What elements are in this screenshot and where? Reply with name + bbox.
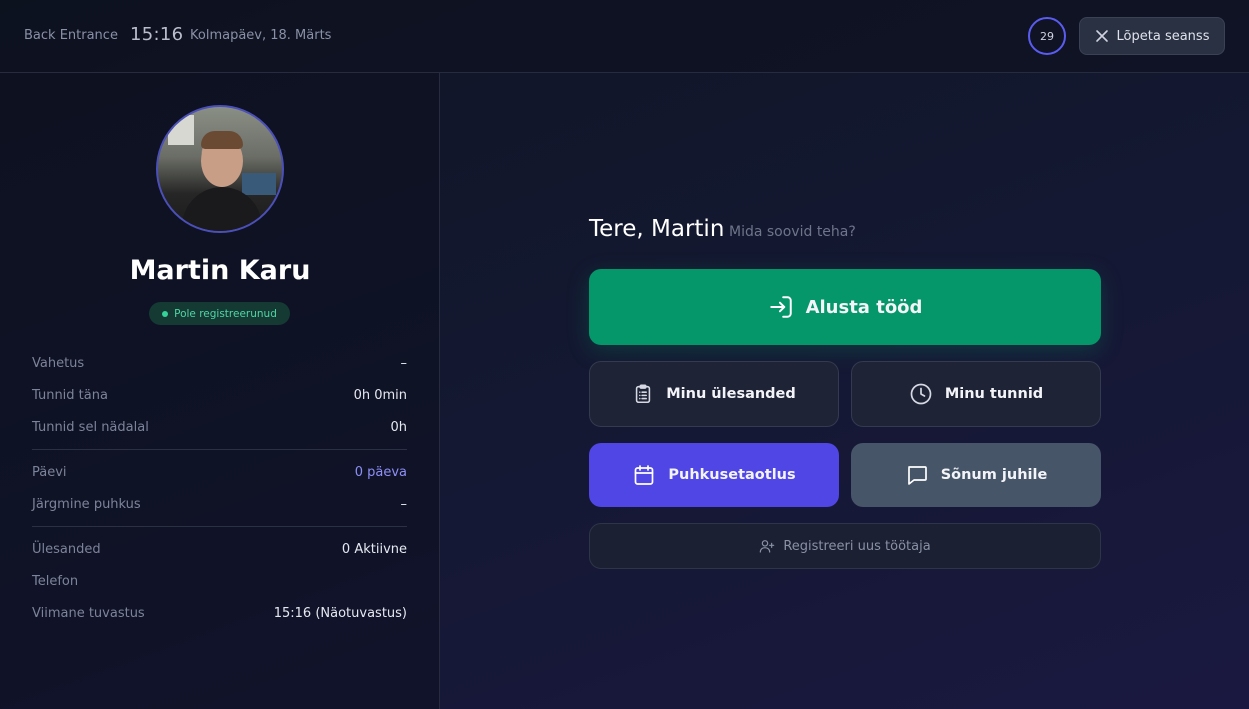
- my-tasks-label: Minu ülesanded: [666, 386, 796, 402]
- info-label: Järgmine puhkus: [32, 496, 141, 512]
- clipboard-icon: [636, 384, 651, 404]
- greeting-subtitle: Mida soovid teha?: [729, 224, 856, 240]
- session-timer: 29: [1028, 17, 1066, 55]
- info-value: –: [400, 496, 408, 512]
- close-icon: [1095, 30, 1108, 42]
- divider: [32, 526, 407, 527]
- info-label: Päevi: [32, 464, 67, 480]
- my-tasks-button[interactable]: Minu ülesanded: [589, 361, 839, 427]
- vacation-request-label: Puhkusetaotlus: [668, 467, 796, 483]
- info-label: Ülesanded: [32, 541, 101, 557]
- info-row-tasks: Ülesanded 0 Aktiivne: [32, 539, 407, 559]
- register-employee-label: Registreeri uus töötaja: [783, 538, 931, 554]
- employee-name: Martin Karu: [129, 255, 311, 286]
- top-bar: Back Entrance 15:16 Kolmapäev, 18. Märts…: [0, 0, 1249, 73]
- clock-icon: [910, 383, 932, 405]
- register-employee-button[interactable]: Registreeri uus töötaja: [589, 523, 1101, 569]
- status-badge: Pole registreerunud: [149, 302, 290, 325]
- info-value: 0h: [390, 419, 407, 435]
- start-work-button[interactable]: Alusta tööd: [589, 269, 1101, 345]
- info-label: Telefon: [32, 573, 79, 589]
- info-row-hours-week: Tunnid sel nädalal 0h: [32, 417, 407, 437]
- info-label: Tunnid täna: [32, 387, 108, 403]
- message-manager-button[interactable]: Sõnum juhile: [851, 443, 1101, 507]
- info-label: Viimane tuvastus: [32, 605, 145, 621]
- message-manager-label: Sõnum juhile: [940, 467, 1048, 483]
- avatar: [156, 105, 284, 233]
- clock-time: 15:16: [130, 24, 184, 45]
- info-label: Tunnid sel nädalal: [32, 419, 149, 435]
- profile-sidebar: Martin Karu Pole registreerunud Vahetus …: [0, 73, 440, 709]
- info-label: Vahetus: [32, 355, 85, 371]
- my-hours-label: Minu tunnid: [944, 386, 1044, 402]
- my-hours-button[interactable]: Minu tunnid: [851, 361, 1101, 427]
- divider: [32, 449, 407, 450]
- status-badge-label: Pole registreerunud: [174, 307, 277, 320]
- status-dot-icon: [162, 310, 169, 317]
- info-row-days: Päevi 0 päeva: [32, 462, 407, 482]
- chat-bubble-icon: [907, 466, 927, 485]
- user-plus-icon: [760, 540, 775, 553]
- vacation-request-button[interactable]: Puhkusetaotlus: [589, 443, 839, 507]
- info-value: 15:16 (Näotuvastus): [273, 605, 407, 621]
- info-value: 0 Aktiivne: [341, 541, 407, 557]
- info-value: –: [400, 355, 408, 371]
- info-row-shift: Vahetus –: [32, 353, 407, 373]
- info-row-phone: Telefon: [32, 571, 407, 591]
- clock-date: Kolmapäev, 18. Märts: [190, 28, 332, 43]
- location-label: Back Entrance: [24, 28, 118, 43]
- login-icon: [769, 296, 792, 318]
- end-session-label: Lõpeta seanss: [1116, 28, 1210, 44]
- info-value: 0h 0min: [353, 387, 407, 403]
- greeting: Tere, Martin: [589, 216, 725, 242]
- start-work-label: Alusta tööd: [805, 296, 923, 318]
- info-value: 0 päeva: [354, 464, 407, 480]
- info-row-last-detection: Viimane tuvastus 15:16 (Näotuvastus): [32, 603, 407, 623]
- calendar-icon: [635, 465, 654, 485]
- end-session-button[interactable]: Lõpeta seanss: [1079, 17, 1225, 55]
- info-row-next-vacation: Järgmine puhkus –: [32, 494, 407, 514]
- info-row-hours-today: Tunnid täna 0h 0min: [32, 385, 407, 405]
